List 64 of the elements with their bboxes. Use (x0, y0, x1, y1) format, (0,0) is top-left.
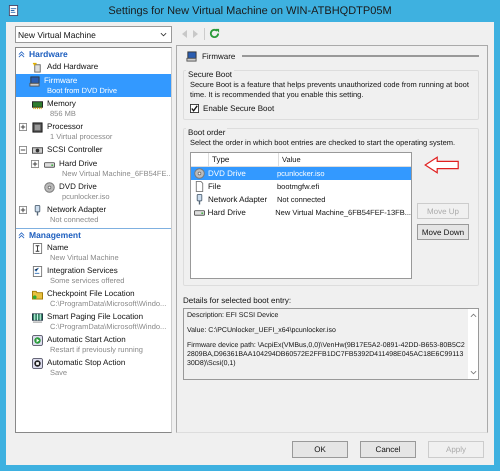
settings-window-icon (8, 5, 19, 16)
text-cursor-icon (32, 243, 43, 254)
expand-icon[interactable] (19, 206, 27, 214)
collapse-chevron-icon[interactable] (18, 232, 25, 238)
details-label: Details for selected boot entry: (183, 296, 292, 305)
expand-icon[interactable] (31, 160, 39, 168)
controller-icon (32, 145, 43, 156)
scroll-up-icon[interactable] (470, 313, 476, 318)
monitor-icon (186, 51, 197, 62)
entry-type: DVD Drive (208, 169, 247, 178)
item-label: Firmware (44, 75, 78, 86)
vm-dropdown[interactable]: New Virtual Machine (15, 26, 172, 43)
item-label: Memory (47, 98, 76, 109)
item-label: Integration Services (47, 265, 119, 276)
tree-item[interactable]: Add Hardware (19, 60, 171, 74)
disc-icon (194, 168, 205, 179)
refresh-icon[interactable] (209, 28, 220, 39)
section-heading: Management (29, 230, 81, 240)
entry-type: Network Adapter (208, 195, 268, 204)
item-label: Name (47, 242, 70, 253)
pointer-arrow (423, 156, 461, 174)
group-title: Boot order (186, 128, 228, 137)
entry-type: File (208, 182, 222, 191)
item-label: Hard Drive (59, 158, 98, 169)
item-label: Checkpoint File Location (47, 288, 136, 299)
disc-icon (44, 182, 55, 193)
dialog-button[interactable]: Cancel (360, 440, 416, 458)
item-label: DVD Drive (59, 181, 98, 192)
scrollbar[interactable] (468, 309, 478, 379)
play-icon (32, 335, 43, 346)
dialog-button[interactable]: OK (292, 440, 348, 458)
entry-type: Hard Drive (208, 208, 247, 217)
item-label: Automatic Stop Action (47, 357, 126, 368)
hard-drive-icon (194, 207, 205, 218)
processor-icon (32, 122, 43, 133)
collapse-chevron-icon[interactable] (18, 50, 25, 58)
secure-boot-checkbox[interactable]: Enable Secure Boot (190, 104, 472, 113)
item-label: Automatic Start Action (47, 334, 127, 345)
collapse-icon[interactable] (19, 146, 27, 154)
panel-title: Firmware (202, 52, 236, 60)
hard-drive-icon (44, 159, 55, 170)
group-title: Secure Boot (186, 70, 234, 79)
checklist-icon (32, 266, 43, 277)
item-label: Network Adapter (47, 204, 106, 215)
item-label: Smart Paging File Location (47, 311, 144, 322)
folder-icon (32, 289, 43, 300)
item-label: SCSI Controller (47, 144, 103, 155)
monitor-icon (29, 76, 40, 87)
item-label: Add Hardware (47, 61, 98, 72)
column-header[interactable]: Type (208, 153, 278, 166)
add-hardware-icon (32, 62, 43, 73)
network-adapter-icon (194, 194, 205, 205)
expand-icon[interactable] (19, 123, 27, 131)
section-heading: Hardware (29, 49, 68, 59)
move-button[interactable]: Move Down (417, 224, 469, 240)
network-adapter-icon (32, 205, 43, 216)
chevron-down-icon (160, 32, 167, 37)
memory-stack-icon (32, 312, 43, 323)
memory-icon (32, 99, 43, 110)
tree-item[interactable]: SCSI Controller (19, 143, 171, 157)
item-label: Processor (47, 121, 84, 132)
stop-icon (32, 358, 43, 369)
scroll-down-icon[interactable] (470, 370, 476, 375)
window-title: Settings for New Virtual Machine on WIN-ATBHQDTP05M (108, 5, 392, 17)
